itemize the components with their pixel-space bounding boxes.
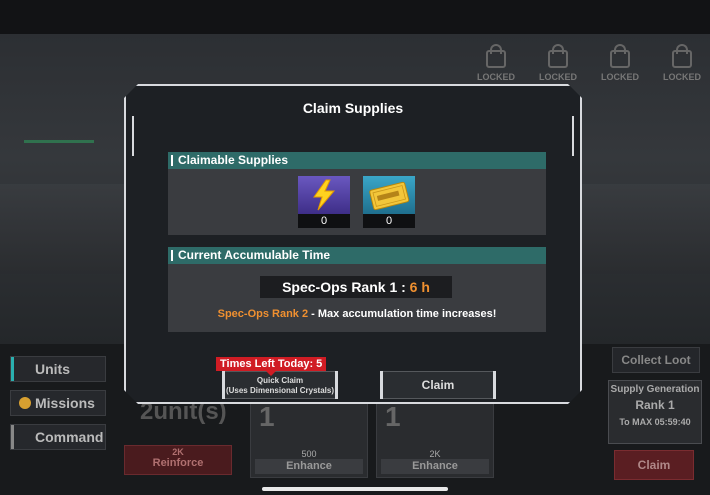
scene-health-bar [24,140,94,143]
lock-icon [610,44,630,68]
enhance-button[interactable]: Enhance [381,459,489,474]
claim-button[interactable]: Claim [380,371,496,399]
next-rank-text: - Max accumulation time increases! [308,308,497,320]
locked-slots: LOCKED LOCKED LOCKED LOCKED [476,44,702,82]
supply-item[interactable]: 0 [298,176,350,228]
claimable-supplies-body: 0 0 [168,169,546,235]
supply-item[interactable]: 0 [363,176,415,228]
reinforce-button[interactable]: 2K Reinforce [124,445,232,475]
quick-claim-sublabel: (Uses Dimensional Crystals) [225,386,335,395]
claim-supplies-dialog: Claim Supplies Claimable Supplies 0 0 Cu… [124,84,582,404]
locked-slot: LOCKED [662,44,702,82]
reinforce-cost: 2K [172,447,184,457]
inactive-indicator [11,425,14,449]
quick-claim-button[interactable]: Quick Claim (Uses Dimensional Crystals) [222,371,338,399]
home-indicator[interactable] [262,487,448,491]
lock-icon [548,44,568,68]
supply-to-max: To MAX 05:59:40 [619,417,691,427]
unit-card[interactable]: 1 500 Enhance [250,400,368,478]
nav-missions-label: Missions [35,395,95,411]
nav-command-label: Command [35,429,104,445]
badge-caret [266,371,276,376]
nav-missions-button[interactable]: Missions [10,390,106,416]
active-indicator [11,357,14,381]
locked-slot: LOCKED [600,44,640,82]
supply-generation-panel: Supply Generation Rank 1 To MAX 05:59:40 [608,380,702,444]
supply-item-qty: 0 [298,214,350,228]
lightning-bolt-icon [298,176,350,214]
nav-units-label: Units [35,361,70,377]
times-left-label: Times Left Today: [220,358,314,370]
times-left-badge: Times Left Today: 5 [216,357,327,376]
unit-card-cost: 500 [301,449,317,459]
unit-card-cost: 2K [429,449,441,459]
supply-generation-title: Supply Generation [610,384,700,395]
lock-icon [672,44,692,68]
next-rank-note: Spec-Ops Rank 2 - Max accumulation time … [168,308,546,320]
accumulable-time-body: Spec-Ops Rank 1 : 6 h Spec-Ops Rank 2 - … [168,264,546,332]
collect-loot-button[interactable]: Collect Loot [612,347,700,373]
dialog-title: Claim Supplies [302,100,404,116]
claimable-supplies-header: Claimable Supplies [168,152,546,169]
nav-command-button[interactable]: Command [10,424,106,450]
accumulable-time-header: Current Accumulable Time [168,247,546,264]
rank-hours: 6 h [409,279,430,295]
times-left-value: 5 [316,358,323,370]
enhance-button[interactable]: Enhance [255,459,363,474]
lock-icon [486,44,506,68]
unit-card-number: 1 [385,401,401,432]
reinforce-label: Reinforce [152,457,204,469]
frame-accent [132,116,134,156]
spec-ops-rank: Spec-Ops Rank 1 : 6 h [260,276,452,298]
frame-accent [572,116,574,156]
coin-icon [19,397,31,409]
unit-card-number: 1 [259,401,275,432]
locked-slot: LOCKED [538,44,578,82]
credit-ticket-icon [363,176,415,214]
nav-units-button[interactable]: Units [10,356,106,382]
unit-card[interactable]: 1 2K Enhance [376,400,494,478]
supply-claim-button[interactable]: Claim [614,450,694,480]
supply-item-qty: 0 [363,214,415,228]
next-rank-label: Spec-Ops Rank 2 [217,308,309,320]
top-bar [0,0,710,34]
quick-claim-label: Quick Claim [256,376,304,385]
locked-slot: LOCKED [476,44,516,82]
supply-rank: Rank 1 [635,398,675,412]
rank-label: Spec-Ops Rank 1 : [282,279,406,295]
